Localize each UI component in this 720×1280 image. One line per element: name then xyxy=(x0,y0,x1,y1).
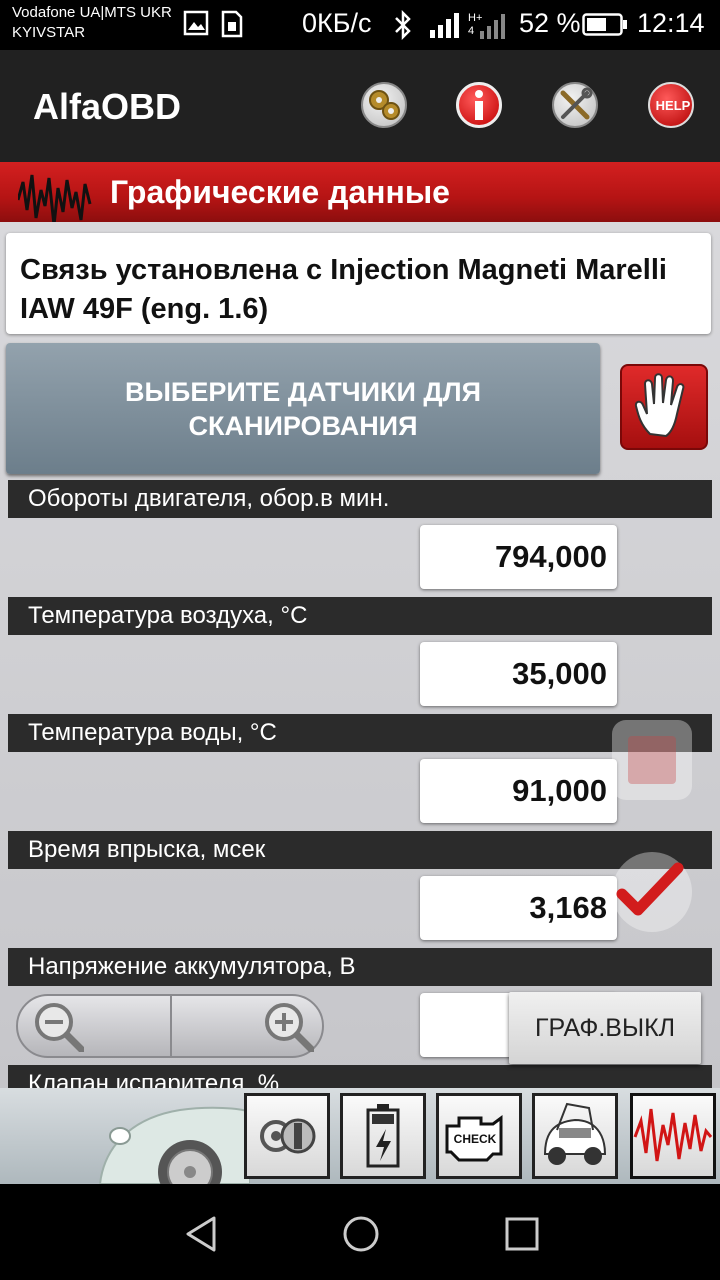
car-image xyxy=(98,1106,250,1184)
zoom-divider xyxy=(170,996,172,1056)
bluetooth-icon xyxy=(395,10,411,40)
waveform-icon xyxy=(633,1108,713,1162)
stop-square-icon xyxy=(628,736,676,784)
stop-hand-icon xyxy=(634,373,685,438)
back-icon[interactable] xyxy=(182,1214,222,1254)
key-icon xyxy=(260,1118,316,1154)
select-sensors-label-1: ВЫБЕРИТЕ ДАТЧИКИ ДЛЯ xyxy=(125,376,481,407)
h-plus-signal-icon: H+ 4 xyxy=(468,12,505,39)
tool-key-button[interactable] xyxy=(244,1093,330,1179)
select-sensors-label-2: СКАНИРОВАНИЯ xyxy=(188,410,418,441)
tool-car-service-button[interactable] xyxy=(532,1093,618,1179)
battery-icon xyxy=(582,13,627,36)
param-value-air-temp: 35,000 xyxy=(420,642,617,706)
param-label-water-temp: Температура воды, °C xyxy=(8,714,712,752)
param-value-water-temp: 91,000 xyxy=(420,759,617,823)
help-icon: HELP xyxy=(656,98,691,113)
info-button[interactable] xyxy=(456,82,502,128)
app-title: AlfaOBD xyxy=(33,86,182,127)
image-icon xyxy=(183,10,209,36)
tool-graph-button[interactable] xyxy=(630,1093,716,1179)
stop-recording-button[interactable] xyxy=(612,720,692,800)
navigation-bar xyxy=(0,1184,720,1280)
zoom-out-icon[interactable] xyxy=(32,1000,84,1052)
tool-check-engine-button[interactable]: CHECK xyxy=(436,1093,522,1179)
car-service-icon xyxy=(543,1102,607,1165)
carrier-info: Vodafone UA|MTS UKR KYIVSTAR xyxy=(12,3,172,43)
signal-icon xyxy=(430,13,459,38)
gears-icon xyxy=(369,90,400,120)
select-sensors-button[interactable]: ВЫБЕРИТЕ ДАТЧИКИ ДЛЯ СКАНИРОВАНИЯ xyxy=(6,343,600,474)
settings-button[interactable] xyxy=(361,82,407,128)
info-icon xyxy=(475,90,483,120)
stop-button[interactable] xyxy=(620,364,708,450)
tool-battery-button[interactable] xyxy=(340,1093,426,1179)
help-label: HELP xyxy=(656,98,691,113)
param-label-battery-voltage: Напряжение аккумулятора, В xyxy=(8,948,712,986)
carrier-line-2: KYIVSTAR xyxy=(12,24,86,41)
section-header: Графические данные xyxy=(0,162,720,222)
help-button[interactable]: HELP xyxy=(648,82,694,128)
confirm-button[interactable] xyxy=(612,852,692,932)
param-value-injection-time: 3,168 xyxy=(420,876,617,940)
app-bar: AlfaOBD HELP xyxy=(0,50,720,162)
net-speed: 0КБ/с xyxy=(302,8,372,38)
checkmark-icon xyxy=(616,862,684,916)
param-label-injection-time: Время впрыска, мсек xyxy=(8,831,712,869)
graph-toggle-button[interactable]: ГРАФ.ВЫКЛ xyxy=(509,992,701,1064)
tools-icon xyxy=(560,87,593,120)
check-label: CHECK xyxy=(454,1132,497,1146)
zoom-in-icon[interactable] xyxy=(262,1000,314,1052)
carrier-line-1: Vodafone UA|MTS UKR xyxy=(12,4,172,21)
zoom-control xyxy=(16,994,324,1058)
param-label-rpm: Обороты двигателя, обор.в мин. xyxy=(8,480,712,518)
connection-status: Связь установлена с Injection Magneti Ma… xyxy=(6,233,711,334)
check-engine-icon: CHECK xyxy=(445,1115,503,1162)
status-bar: Vodafone UA|MTS UKR KYIVSTAR 0КБ/с H+ 4 … xyxy=(0,0,720,50)
main-content: Связь установлена с Injection Magneti Ma… xyxy=(0,222,720,1088)
battery-tool-icon xyxy=(366,1104,400,1168)
svg-text:4: 4 xyxy=(468,25,474,37)
recents-icon[interactable] xyxy=(502,1214,542,1254)
home-icon[interactable] xyxy=(341,1214,381,1254)
bottom-toolbar: CHECK xyxy=(0,1088,720,1184)
param-value-rpm: 794,000 xyxy=(420,525,617,589)
section-title: Графические данные xyxy=(110,174,450,210)
param-label-evap-valve: Клапан испарителя, % xyxy=(8,1065,712,1088)
battery-percent: 52 % xyxy=(519,8,581,38)
param-label-air-temp: Температура воздуха, °C xyxy=(8,597,712,635)
tools-button[interactable] xyxy=(552,82,598,128)
sim-icon xyxy=(221,10,243,38)
clock: 12:14 xyxy=(637,8,705,38)
svg-text:H+: H+ xyxy=(468,12,482,24)
